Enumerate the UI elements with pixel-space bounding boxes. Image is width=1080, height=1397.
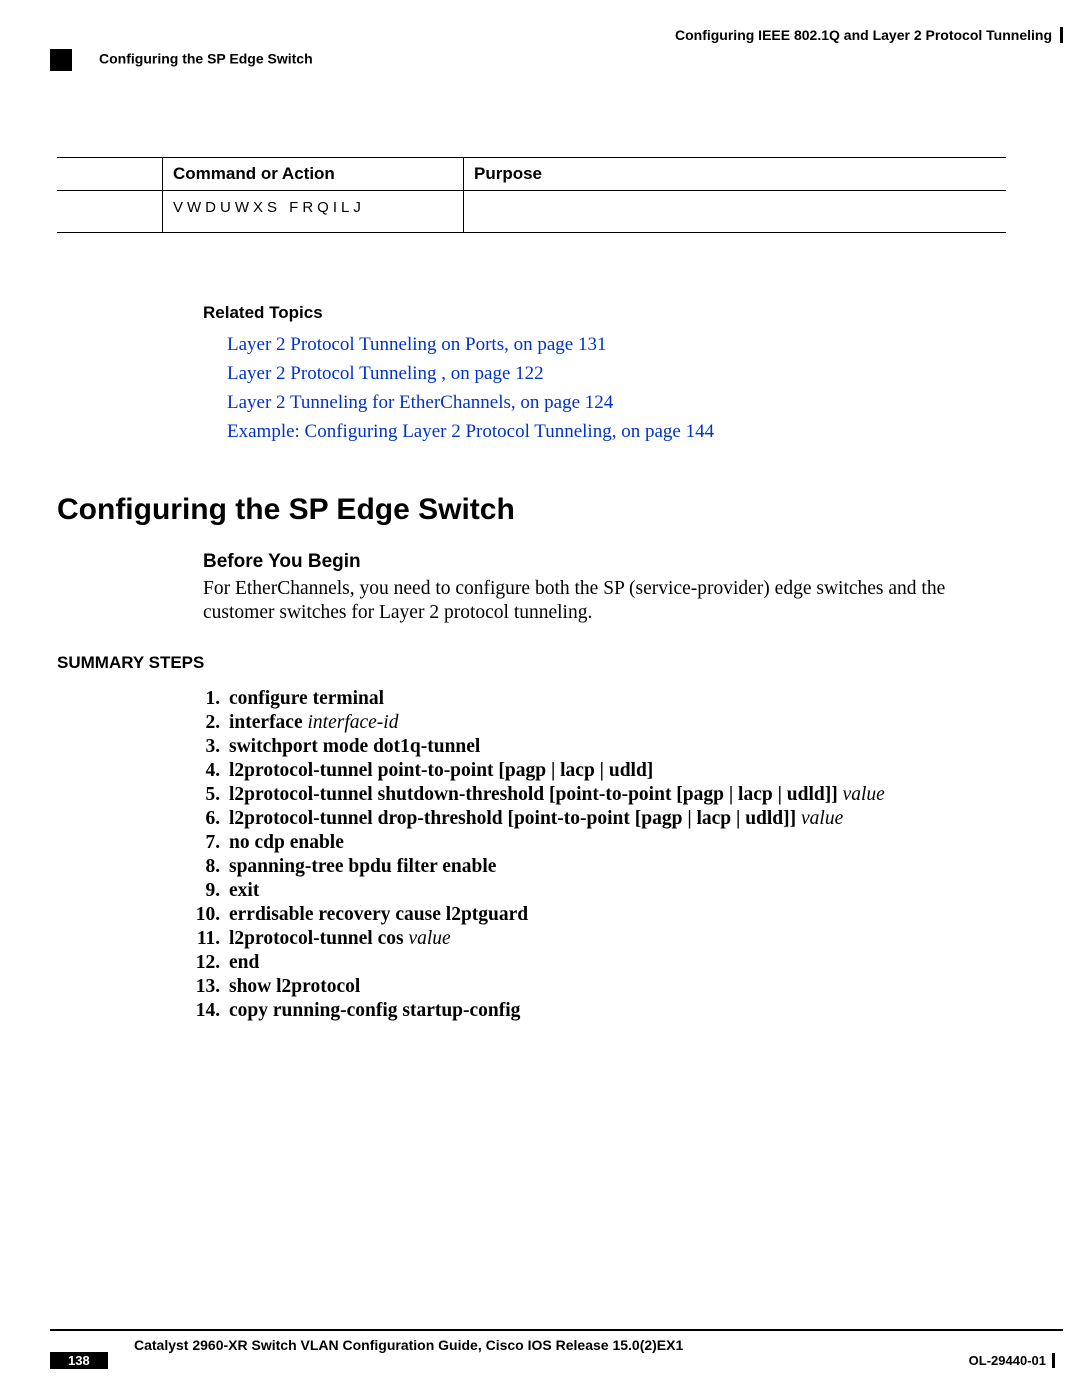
table-row: VWDUWXS FRQILJ	[57, 191, 1006, 233]
table-header-purpose: Purpose	[464, 158, 1007, 191]
related-topics: Related Topics Layer 2 Protocol Tunnelin…	[203, 303, 1006, 443]
page-footer: Catalyst 2960-XR Switch VLAN Configurati…	[17, 1329, 1063, 1369]
running-section: Configuring the SP Edge Switch	[50, 49, 1063, 71]
summary-step: switchport mode dot1q-tunnel	[225, 735, 1006, 759]
related-topics-list: Layer 2 Protocol Tunneling on Ports, on …	[203, 333, 1006, 443]
summary-steps-list: configure terminal interface interface-i…	[225, 687, 1006, 1023]
summary-step: configure terminal	[225, 687, 1006, 711]
table-header-empty	[57, 158, 163, 191]
page-header: Configuring IEEE 802.1Q and Layer 2 Prot…	[50, 27, 1063, 59]
page-content: Command or Action Purpose VWDUWXS FRQILJ…	[57, 157, 1006, 1023]
table-cell-empty	[57, 191, 163, 233]
summary-step: end	[225, 951, 1006, 975]
chapter-title: Configuring IEEE 802.1Q and Layer 2 Prot…	[50, 27, 1063, 43]
summary-step: exit	[225, 879, 1006, 903]
summary-step: show l2protocol	[225, 975, 1006, 999]
table-header-command: Command or Action	[163, 158, 464, 191]
related-link-item: Layer 2 Tunneling for EtherChannels, on …	[227, 391, 1006, 414]
before-you-begin-text: For EtherChannels, you need to configure…	[203, 577, 1006, 625]
related-link-item: Layer 2 Protocol Tunneling , on page 122	[227, 362, 1006, 385]
summary-step: copy running-config startup-config	[225, 999, 1006, 1023]
summary-step: errdisable recovery cause l2ptguard	[225, 903, 1006, 927]
related-link[interactable]: Example: Configuring Layer 2 Protocol Tu…	[227, 421, 714, 442]
summary-step: no cdp enable	[225, 831, 1006, 855]
related-link[interactable]: Layer 2 Protocol Tunneling on Ports, on …	[227, 334, 606, 355]
table-header-row: Command or Action Purpose	[57, 158, 1006, 191]
related-link[interactable]: Layer 2 Protocol Tunneling , on page 122	[227, 363, 544, 384]
section-heading: Configuring the SP Edge Switch	[57, 493, 1006, 527]
footer-doc-id: OL-29440-01	[969, 1353, 1055, 1368]
command-table: Command or Action Purpose VWDUWXS FRQILJ	[57, 157, 1006, 233]
summary-step: l2protocol-tunnel point-to-point [pagp |…	[225, 759, 1006, 783]
summary-step: l2protocol-tunnel cos value	[225, 927, 1006, 951]
footer-rule	[50, 1329, 1063, 1331]
footer-guide-title: Catalyst 2960-XR Switch VLAN Configurati…	[134, 1337, 683, 1353]
related-link-item: Layer 2 Protocol Tunneling on Ports, on …	[227, 333, 1006, 356]
summary-step: spanning-tree bpdu filter enable	[225, 855, 1006, 879]
summary-steps-label: SUMMARY STEPS	[57, 653, 1006, 673]
summary-step: l2protocol-tunnel drop-threshold [point-…	[225, 807, 1006, 831]
table-cell-purpose	[464, 191, 1007, 233]
before-you-begin-label: Before You Begin	[203, 551, 1006, 573]
footer-page-number: 138	[50, 1352, 108, 1369]
related-link-item: Example: Configuring Layer 2 Protocol Tu…	[227, 420, 1006, 443]
summary-step: l2protocol-tunnel shutdown-threshold [po…	[225, 783, 1006, 807]
summary-step: interface interface-id	[225, 711, 1006, 735]
related-topics-heading: Related Topics	[203, 303, 1006, 323]
header-marker-icon	[50, 49, 72, 71]
related-link[interactable]: Layer 2 Tunneling for EtherChannels, on …	[227, 392, 613, 413]
table-cell-command: VWDUWXS FRQILJ	[163, 191, 464, 233]
